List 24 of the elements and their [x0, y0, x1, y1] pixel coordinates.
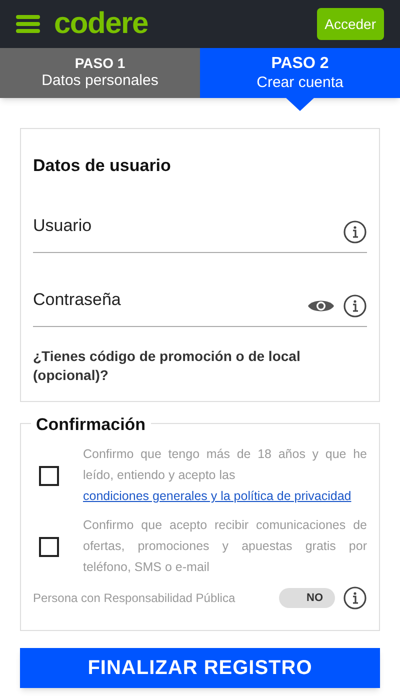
logo: codere — [54, 9, 148, 39]
step-tab[interactable]: PASO 1 Datos personales — [0, 48, 200, 98]
step-subtitle: Crear cuenta — [256, 74, 344, 92]
password-field[interactable]: Contraseña — [33, 287, 307, 313]
checkbox[interactable] — [39, 466, 59, 486]
info-icon[interactable] — [343, 220, 367, 244]
checkbox[interactable] — [39, 536, 59, 556]
info-icon[interactable] — [343, 294, 367, 318]
pep-label: Persona con Responsabilidad Pública — [33, 590, 236, 607]
step-title: PASO 1 — [74, 54, 126, 72]
consent-text: Confirmo que acepto recibir comunicaciones de ofertas, promociones y apuestas gratis por teléfono, SMS o e-mail — [83, 517, 367, 576]
menu-icon[interactable] — [16, 14, 42, 34]
promo-link[interactable]: ¿Tienes código de promoción o de local (opcional)? — [33, 346, 367, 385]
submit-button[interactable]: FINALIZAR REGISTRO — [20, 648, 380, 688]
step-title: PASO 2 — [271, 54, 329, 74]
toggle-label: NO — [306, 590, 323, 606]
consent-text: Confirmo que tengo más de 18 años y que he leído, entiendo y acepto las condiciones generales y la política de privacidad — [83, 444, 367, 507]
terms-link[interactable]: condiciones generales y la política de privacidad — [83, 486, 367, 507]
toggle-switch[interactable]: NO — [279, 588, 335, 608]
card-title: Datos de usuario — [33, 155, 172, 177]
info-icon[interactable] — [343, 586, 367, 610]
pointer-icon — [285, 97, 315, 111]
step-subtitle: Datos personales — [42, 72, 158, 92]
username-field[interactable]: Usuario — [33, 213, 343, 239]
